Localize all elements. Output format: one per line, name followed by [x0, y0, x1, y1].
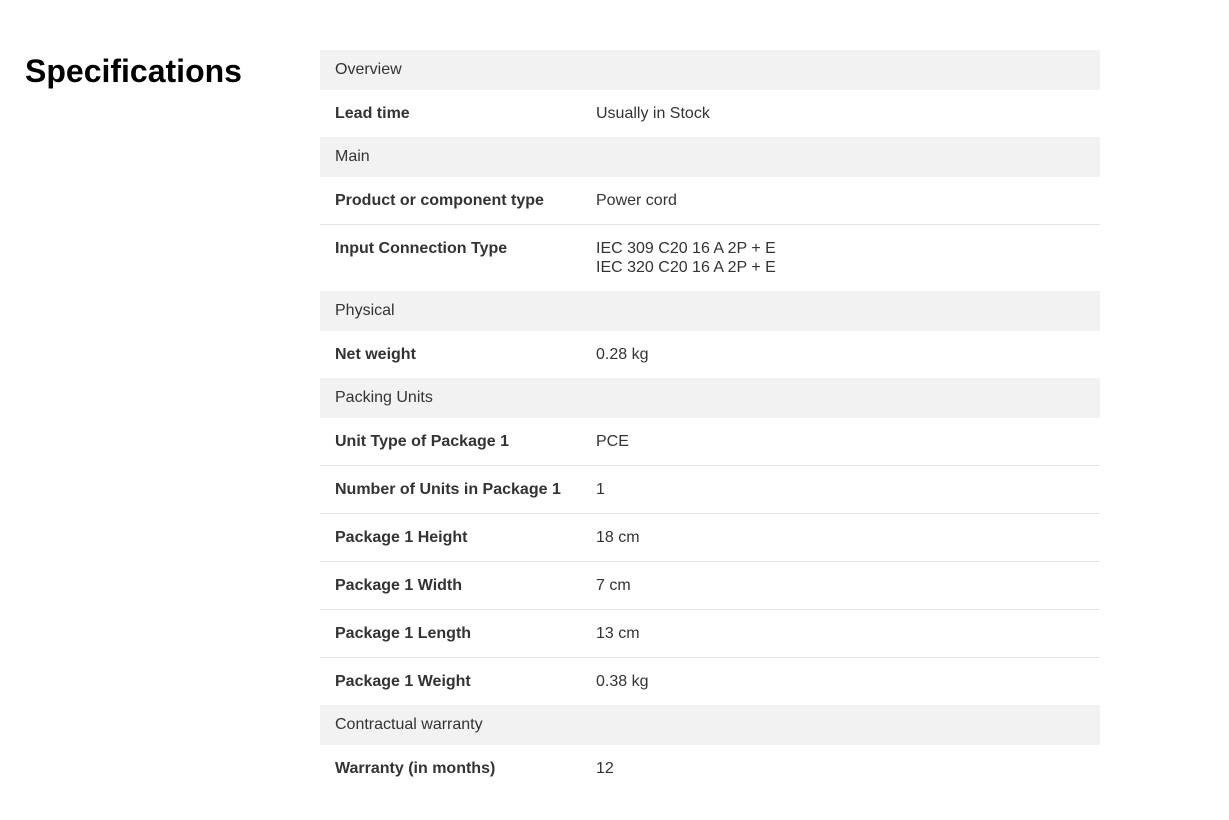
spec-value-line: IEC 309 C20 16 A 2P + E — [596, 240, 776, 257]
spec-value-line: PCE — [596, 433, 629, 450]
spec-value: 0.38 kg — [596, 658, 1100, 705]
specifications-table: Overview Lead time Usually in Stock Main… — [320, 50, 1100, 792]
spec-label: Package 1 Height — [335, 529, 468, 546]
section-header-overview: Overview — [320, 50, 1100, 90]
spec-row-package-height: Package 1 Height 18 cm — [320, 514, 1100, 562]
spec-value-line: 12 — [596, 760, 614, 777]
spec-value: Power cord — [596, 177, 1100, 224]
spec-row-number-of-units: Number of Units in Package 1 1 — [320, 466, 1100, 514]
page-title: Specifications — [25, 53, 242, 89]
spec-row-package-width: Package 1 Width 7 cm — [320, 562, 1100, 610]
spec-row-unit-type: Unit Type of Package 1 PCE — [320, 418, 1100, 466]
spec-value: Usually in Stock — [596, 90, 1100, 137]
spec-value: 18 cm — [596, 514, 1100, 561]
spec-value-line: 18 cm — [596, 529, 640, 546]
spec-label: Input Connection Type — [335, 240, 508, 257]
spec-value-line: 1 — [596, 481, 605, 498]
spec-label: Package 1 Weight — [335, 673, 471, 690]
spec-row-package-length: Package 1 Length 13 cm — [320, 610, 1100, 658]
spec-row-product-type: Product or component type Power cord — [320, 177, 1100, 225]
spec-value: IEC 309 C20 16 A 2P + E IEC 320 C20 16 A… — [596, 225, 1100, 291]
spec-value-line: IEC 320 C20 16 A 2P + E — [596, 259, 776, 276]
spec-value-line: Power cord — [596, 192, 677, 209]
section-header-physical: Physical — [320, 291, 1100, 331]
spec-value: 13 cm — [596, 610, 1100, 657]
section-header-contractual-warranty: Contractual warranty — [320, 705, 1100, 745]
spec-value-line: 7 cm — [596, 577, 631, 594]
spec-row-package-weight: Package 1 Weight 0.38 kg — [320, 658, 1100, 705]
spec-label: Package 1 Length — [335, 625, 472, 642]
spec-row-lead-time: Lead time Usually in Stock — [320, 90, 1100, 137]
spec-value-line: 0.28 kg — [596, 346, 649, 363]
spec-value-line: 13 cm — [596, 625, 640, 642]
spec-label: Lead time — [335, 105, 410, 122]
spec-label: Product or component type — [335, 192, 544, 209]
spec-value-line: 0.38 kg — [596, 673, 649, 690]
spec-row-input-connection-type: Input Connection Type IEC 309 C20 16 A 2… — [320, 225, 1100, 291]
spec-label: Number of Units in Package 1 — [335, 481, 561, 498]
spec-value-line: Usually in Stock — [596, 105, 710, 122]
spec-value: 12 — [596, 745, 1100, 792]
spec-row-net-weight: Net weight 0.28 kg — [320, 331, 1100, 378]
section-header-packing-units: Packing Units — [320, 378, 1100, 418]
spec-label: Warranty (in months) — [335, 760, 496, 777]
spec-label: Package 1 Width — [335, 577, 463, 594]
spec-value: PCE — [596, 418, 1100, 465]
spec-value: 1 — [596, 466, 1100, 513]
spec-value: 7 cm — [596, 562, 1100, 609]
spec-value: 0.28 kg — [596, 331, 1100, 378]
spec-label: Unit Type of Package 1 — [335, 433, 509, 450]
spec-row-warranty: Warranty (in months) 12 — [320, 745, 1100, 792]
spec-label: Net weight — [335, 346, 416, 363]
section-header-main: Main — [320, 137, 1100, 177]
